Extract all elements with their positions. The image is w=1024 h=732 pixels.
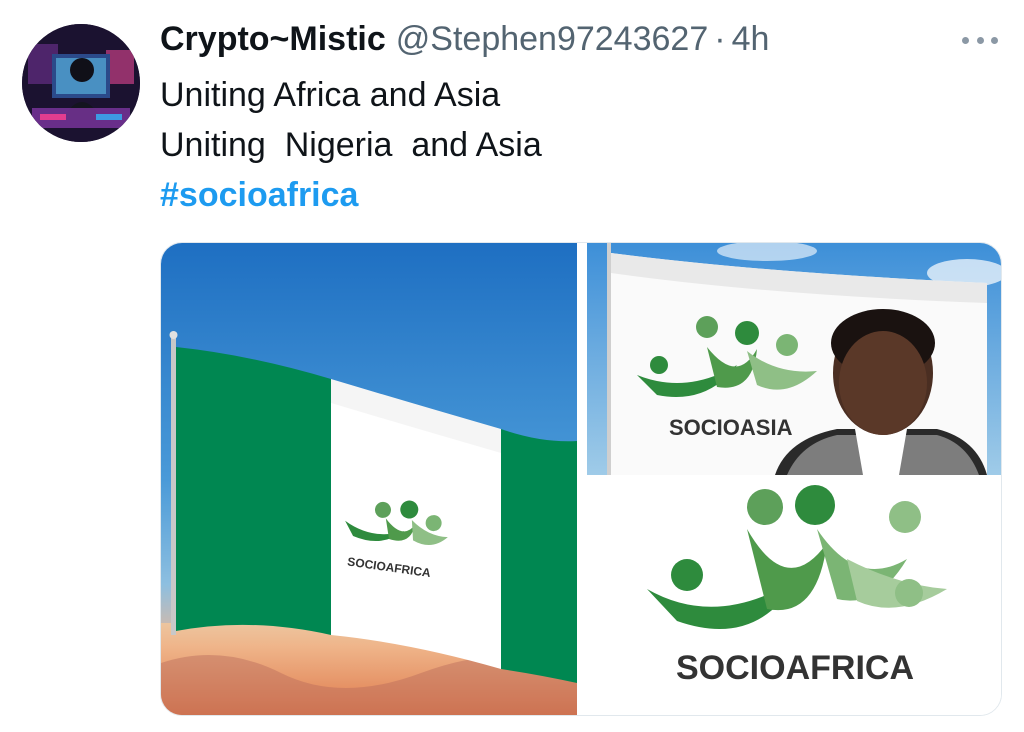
socioasia-flag-image[interactable]: SOCIOASIA (587, 243, 1001, 475)
user-handle[interactable]: @Stephen97243627 (396, 20, 708, 59)
tweet-media-grid: SOCIOAFRICA SOCIOASIA SOCIOAFRICA (160, 242, 1002, 716)
media-divider (577, 243, 587, 715)
nigeria-flag-image[interactable]: SOCIOAFRICA (161, 243, 577, 715)
separator-dot: · (714, 20, 726, 58)
tweet-header: Crypto~Mistic @Stephen97243627 · 4h (160, 20, 769, 64)
avatar[interactable] (22, 24, 140, 142)
timestamp[interactable]: 4h (732, 20, 770, 59)
socioafrica-logo-text: SOCIOAFRICA (676, 649, 914, 687)
tweet-text-line-1: Uniting Africa and Asia (160, 76, 501, 114)
more-options-icon[interactable] (958, 28, 1002, 52)
hashtag-link[interactable]: #socioafrica (160, 176, 358, 215)
display-name[interactable]: Crypto~Mistic (160, 20, 386, 59)
avatar-image (22, 24, 140, 142)
tweet-text-line-2: Uniting Nigeria and Asia (160, 126, 542, 164)
socioasia-logo-text: SOCIOASIA (669, 415, 793, 440)
socioafrica-logo-image[interactable]: SOCIOAFRICA (587, 479, 1001, 715)
